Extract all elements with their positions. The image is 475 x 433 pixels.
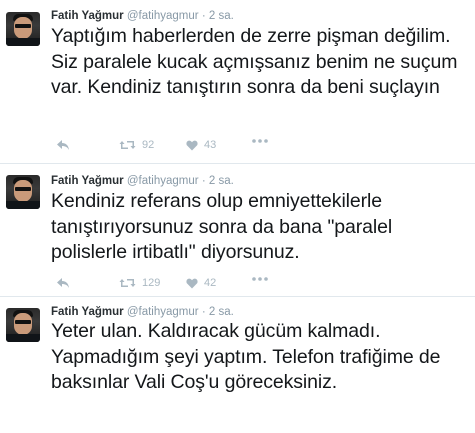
tweet-header: Fatih Yağmur @fatihyagmur · 2 sa.	[51, 174, 234, 188]
retweet-button[interactable]: 129	[119, 277, 160, 289]
tweet-1[interactable]: Fatih Yağmur @fatihyagmur · 2 sa. Yaptığ…	[0, 0, 475, 162]
like-count: 42	[204, 277, 217, 289]
timestamp[interactable]: 2 sa.	[209, 175, 234, 187]
timestamp[interactable]: 2 sa.	[209, 10, 234, 22]
separator-dot: ·	[201, 306, 206, 318]
avatar[interactable]	[6, 12, 40, 46]
reply-icon	[57, 140, 69, 150]
author-name[interactable]: Fatih Yağmur	[51, 10, 124, 22]
tweet-header: Fatih Yağmur @fatihyagmur · 2 sa.	[51, 9, 234, 23]
author-handle[interactable]: @fatihyagmur	[127, 306, 199, 318]
like-button[interactable]: 42	[186, 277, 216, 289]
retweet-icon	[119, 279, 136, 287]
reply-icon	[57, 278, 69, 288]
heart-icon	[186, 278, 198, 288]
separator-dot: ·	[201, 10, 206, 22]
tweet-text: Yaptığım haberlerden de zerre pişman değ…	[51, 25, 458, 98]
more-icon	[252, 277, 268, 281]
avatar[interactable]	[6, 308, 40, 342]
reply-button[interactable]	[56, 139, 70, 151]
tweet-text: Kendiniz referans olup emniyettekilerle …	[51, 190, 393, 263]
more-button[interactable]	[252, 139, 268, 143]
avatar[interactable]	[6, 175, 40, 209]
reply-button[interactable]	[56, 277, 70, 289]
like-button[interactable]: 43	[186, 139, 216, 151]
author-handle[interactable]: @fatihyagmur	[127, 10, 199, 22]
timestamp[interactable]: 2 sa.	[209, 306, 234, 318]
more-icon	[252, 139, 268, 143]
retweet-count: 129	[142, 277, 161, 289]
author-name[interactable]: Fatih Yağmur	[51, 175, 124, 187]
tweet-text: Yeter ulan. Kaldıracak gücüm kalmadı. Ya…	[51, 320, 441, 393]
tweet-3[interactable]: Fatih Yağmur @fatihyagmur · 2 sa. Yeter …	[0, 297, 475, 433]
tweet-header: Fatih Yağmur @fatihyagmur · 2 sa.	[51, 305, 234, 319]
author-handle[interactable]: @fatihyagmur	[127, 175, 199, 187]
retweet-icon	[119, 141, 136, 149]
more-button[interactable]	[252, 277, 268, 281]
like-count: 43	[204, 139, 217, 151]
retweet-count: 92	[142, 139, 155, 151]
retweet-button[interactable]: 92	[119, 139, 154, 151]
separator-dot: ·	[201, 175, 206, 187]
heart-icon	[186, 140, 198, 150]
author-name[interactable]: Fatih Yağmur	[51, 306, 124, 318]
tweet-2[interactable]: Fatih Yağmur @fatihyagmur · 2 sa. Kendin…	[0, 164, 475, 295]
